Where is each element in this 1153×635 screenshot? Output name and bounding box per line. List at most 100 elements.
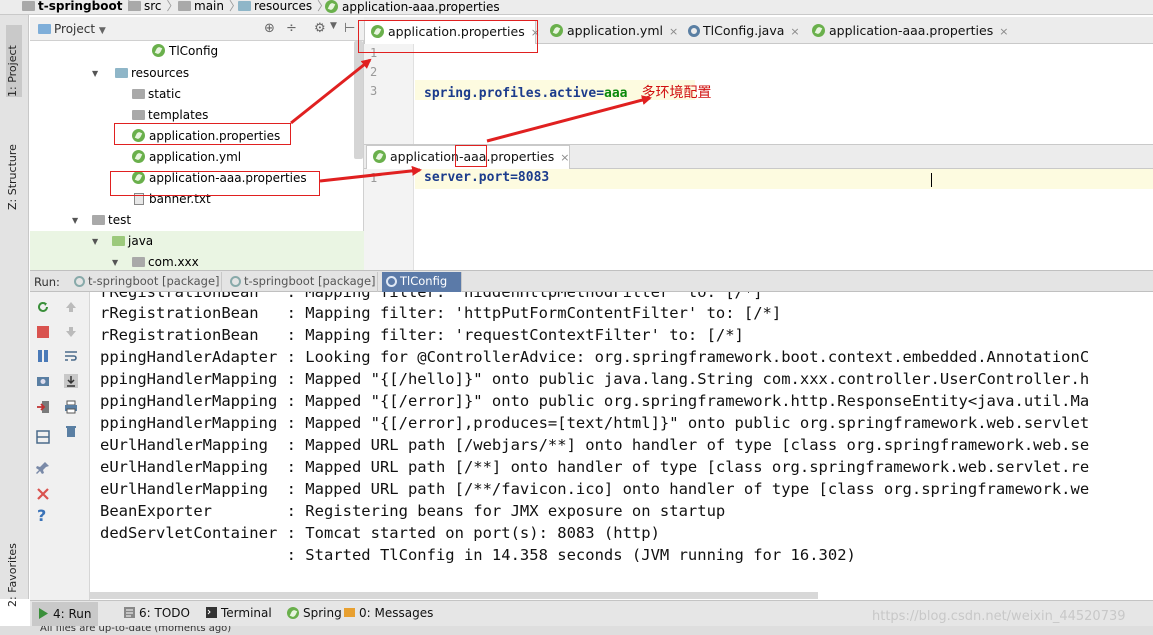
help-icon[interactable]: ? bbox=[37, 508, 51, 524]
bottom-tab-messages[interactable]: 0: Messages bbox=[344, 606, 433, 620]
bottom-tab-todo[interactable]: 6: TODO bbox=[124, 606, 190, 620]
layout-icon[interactable] bbox=[36, 430, 50, 444]
trash-icon[interactable] bbox=[64, 424, 78, 438]
code-line-3[interactable]: spring.profiles.active=aaa 多环境配置 bbox=[424, 82, 712, 102]
print-icon[interactable] bbox=[64, 400, 78, 414]
line-number: 1 bbox=[370, 171, 378, 185]
chevron-down-icon[interactable]: ▼ bbox=[330, 21, 337, 31]
left-tool-strip: 1: Project Z: Structure 2: Favorites bbox=[0, 15, 29, 607]
arrow-down-icon[interactable] bbox=[64, 325, 78, 339]
exit-icon[interactable] bbox=[36, 400, 50, 414]
bottom-tab-spring[interactable]: Spring bbox=[287, 606, 342, 620]
run-tab-package-2[interactable]: t-springboot [package] bbox=[226, 272, 378, 292]
breadcrumb-item-src[interactable]: src 〉 bbox=[128, 0, 179, 15]
bottom-tool-bar: 4: Run 6: TODO Terminal Spring 0: Messag… bbox=[30, 600, 1153, 626]
run-tab-package-1[interactable]: t-springboot [package] bbox=[70, 272, 222, 292]
tab-tlconfig-java[interactable]: TlConfig.java × bbox=[682, 20, 800, 44]
console-line: eUrlHandlerMapping : Mapped URL path [/w… bbox=[100, 436, 1090, 454]
close-icon[interactable]: × bbox=[999, 25, 1008, 38]
tree-item-java[interactable]: ▼ java bbox=[30, 231, 364, 252]
breadcrumb-item-project[interactable]: t-springboot〉 bbox=[22, 0, 139, 15]
console-line: eUrlHandlerMapping : Mapped URL path [/*… bbox=[100, 458, 1090, 476]
project-tree: TlConfig ▼ resources static templates ap… bbox=[30, 41, 364, 273]
project-panel-header: Project ▼ ⊕ ÷ ⚙ ▼ ⊢ bbox=[30, 17, 364, 41]
tab-application-yml[interactable]: application.yml × bbox=[544, 20, 678, 44]
console-output[interactable]: rRegistrationBean : Mapping filter: 'hid… bbox=[90, 292, 1153, 600]
close-icon[interactable]: × bbox=[560, 151, 569, 164]
hide-panel-icon[interactable]: ⊢ bbox=[344, 21, 355, 36]
annotation-note: 多环境配置 bbox=[641, 85, 712, 101]
expand-arrow-icon[interactable]: ▼ bbox=[92, 231, 98, 252]
tree-item-resources[interactable]: ▼ resources bbox=[30, 63, 364, 84]
run-tab-tlconfig[interactable]: TlConfig bbox=[382, 272, 462, 292]
console-line: eUrlHandlerMapping : Mapped URL path [/*… bbox=[100, 480, 1090, 498]
project-icon bbox=[38, 24, 51, 34]
bottom-tab-terminal[interactable]: Terminal bbox=[206, 606, 272, 620]
messages-icon bbox=[344, 608, 355, 617]
rerun-icon[interactable] bbox=[36, 300, 50, 314]
scroll-to-end-icon[interactable] bbox=[64, 374, 78, 388]
annotation-box-application-aaa bbox=[110, 171, 320, 196]
console-line: dedServletContainer : Tomcat started on … bbox=[100, 524, 660, 542]
annotation-box-aaa-suffix bbox=[455, 145, 487, 167]
folder-icon bbox=[132, 89, 145, 99]
collapse-icon[interactable]: ÷ bbox=[286, 21, 297, 36]
editor-application-aaa-properties[interactable]: 1 server.port=8083 bbox=[364, 169, 1153, 270]
tree-item-run-config[interactable]: TlConfig bbox=[30, 41, 364, 62]
tree-item-application-yml[interactable]: application.yml bbox=[30, 147, 364, 168]
folder-icon bbox=[178, 1, 191, 11]
folder-icon bbox=[132, 110, 145, 120]
console-line: ppingHandlerMapping : Mapped "{[/error]}… bbox=[100, 392, 1090, 410]
tab-application-aaa-properties[interactable]: application-aaa.properties × bbox=[806, 20, 1008, 44]
status-text: All files are up-to-date (moments ago) bbox=[40, 626, 232, 634]
console-line: ppingHandlerMapping : Mapped "{[/error],… bbox=[100, 414, 1090, 432]
tool-window-favorites[interactable]: 2: Favorites bbox=[6, 515, 22, 607]
breadcrumb-item-resources[interactable]: resources 〉 bbox=[238, 0, 329, 15]
pause-icon[interactable] bbox=[36, 349, 50, 363]
spring-icon bbox=[287, 607, 299, 619]
folder-icon bbox=[22, 1, 35, 11]
console-line: BeanExporter : Registering beans for JMX… bbox=[100, 502, 726, 520]
expand-arrow-icon[interactable]: ▼ bbox=[72, 210, 78, 231]
expand-arrow-icon[interactable]: ▼ bbox=[92, 63, 98, 84]
settings-gear-icon[interactable]: ⚙ bbox=[314, 21, 326, 36]
editor-application-properties[interactable]: 1 2 3 spring.profiles.active=aaa 多环境配置 bbox=[364, 44, 1153, 144]
gear-icon bbox=[230, 276, 241, 287]
arrow-up-icon[interactable] bbox=[64, 300, 78, 314]
console-line: ppingHandlerMapping : Mapped "{[/hello]}… bbox=[100, 370, 1090, 388]
tree-scrollbar[interactable] bbox=[354, 41, 363, 159]
spring-icon bbox=[325, 0, 338, 13]
close-icon[interactable] bbox=[36, 487, 50, 501]
close-icon[interactable]: × bbox=[790, 25, 799, 38]
console-horizontal-scrollbar[interactable] bbox=[90, 592, 818, 599]
console-toolbar: ? bbox=[30, 292, 90, 600]
console-line: : Started TlConfig in 14.358 seconds (JV… bbox=[100, 546, 856, 564]
close-icon[interactable]: × bbox=[669, 25, 678, 38]
locate-icon[interactable]: ⊕ bbox=[264, 21, 275, 36]
stop-icon[interactable] bbox=[36, 325, 50, 339]
folder-icon bbox=[128, 1, 141, 11]
console-line: rRegistrationBean : Mapping filter: 'req… bbox=[100, 326, 744, 344]
soft-wrap-icon[interactable] bbox=[64, 349, 78, 363]
watermark: https://blog.csdn.net/weixin_44520739 bbox=[872, 609, 1126, 624]
annotation-box-tab bbox=[358, 20, 538, 53]
spring-icon bbox=[812, 24, 825, 37]
camera-icon[interactable] bbox=[36, 374, 50, 388]
test-source-folder-icon bbox=[112, 236, 125, 246]
tool-window-project[interactable]: 1: Project bbox=[6, 25, 22, 97]
line-number: 3 bbox=[370, 84, 378, 98]
tree-item-test[interactable]: ▼ test bbox=[30, 210, 364, 231]
resources-folder-icon bbox=[238, 1, 251, 11]
spring-icon bbox=[373, 150, 386, 163]
line-number: 2 bbox=[370, 65, 378, 79]
code-line-1[interactable]: server.port=8083 bbox=[424, 170, 549, 185]
breadcrumb-item-main[interactable]: main 〉 bbox=[178, 0, 241, 15]
tool-window-structure[interactable]: Z: Structure bbox=[6, 118, 22, 210]
bottom-tab-run[interactable]: 4: Run bbox=[32, 602, 98, 626]
spring-run-icon bbox=[152, 44, 165, 57]
tree-item-static[interactable]: static bbox=[30, 84, 364, 105]
pin-icon[interactable] bbox=[36, 461, 50, 475]
project-view-selector[interactable]: Project ▼ bbox=[38, 22, 106, 36]
spring-icon bbox=[550, 24, 563, 37]
breadcrumb-item-file[interactable]: application-aaa.properties bbox=[325, 0, 500, 15]
